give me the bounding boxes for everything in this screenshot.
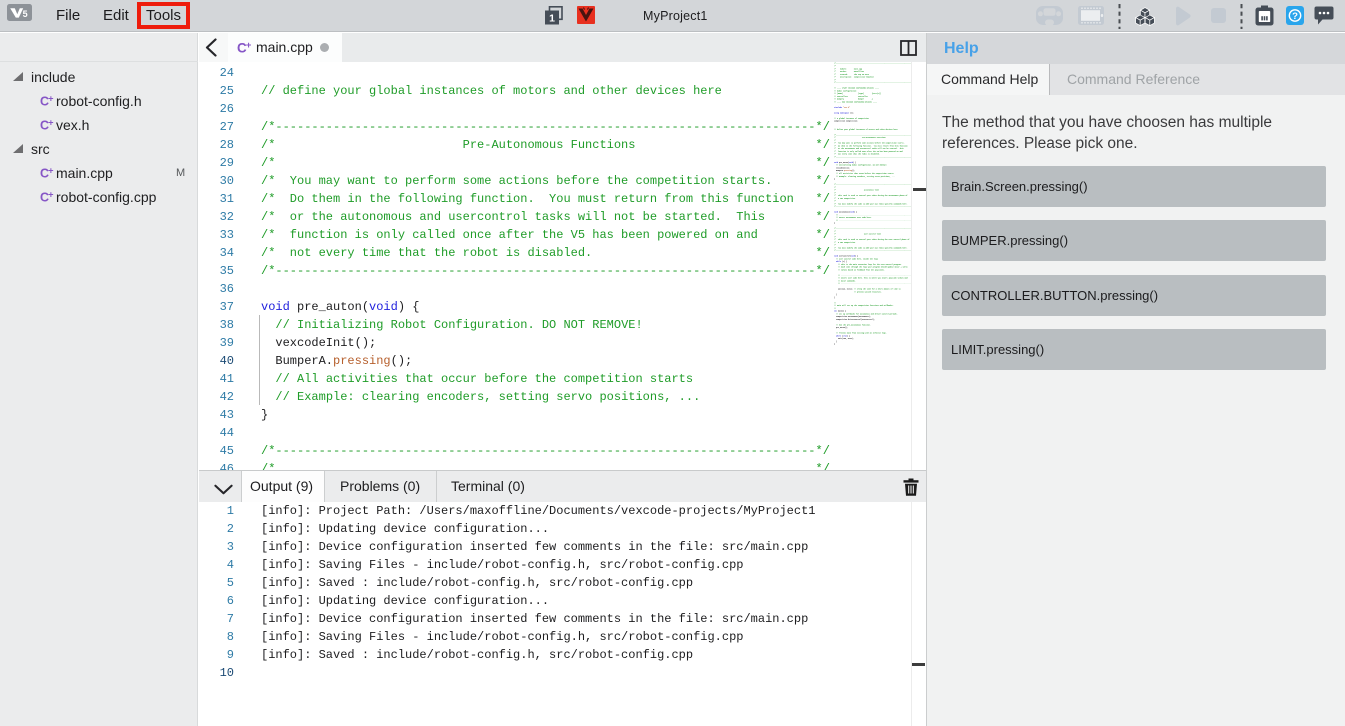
svg-text:+: + [48,166,53,176]
svg-text:+: + [48,118,53,128]
svg-text:+: + [48,190,53,200]
svg-text:5: 5 [23,9,28,19]
svg-text:+: + [48,94,53,104]
svg-text:+: + [246,40,252,51]
svg-text:1: 1 [549,12,555,24]
svg-text:?: ? [1292,11,1298,22]
